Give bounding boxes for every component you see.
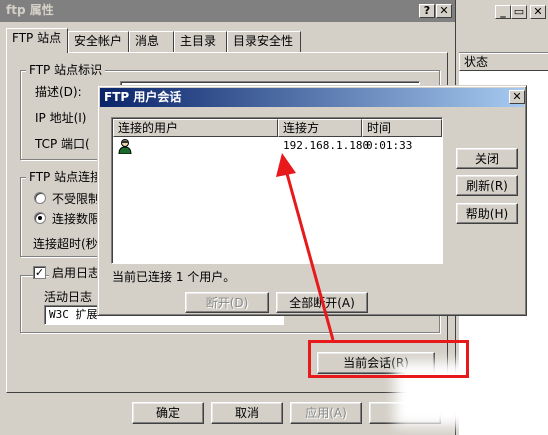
sessions-title-bar: FTP 用户会话 <box>100 88 524 107</box>
close-button[interactable]: 关闭 <box>456 148 518 169</box>
column-header-from[interactable]: 连接方 <box>278 119 362 137</box>
bg-restore-button[interactable]: ▭ <box>511 5 527 19</box>
bg-column-header-status[interactable]: 状态 <box>459 53 548 71</box>
sessions-list[interactable]: 连接的用户 连接方 时间 192.168.1.180 0:01:33 <box>111 117 443 264</box>
bg-close-button[interactable]: ✕ <box>530 5 546 19</box>
cancel-button[interactable]: 取消 <box>211 402 283 424</box>
properties-title-bar: ftp 属性 <box>0 0 455 22</box>
row-time: 0:01:33 <box>366 139 413 152</box>
sessions-dialog: FTP 用户会话 ✕ 连接的用户 连接方 时间 192.168.1.180 0:… <box>97 85 527 316</box>
properties-help-button[interactable]: ? <box>419 4 435 18</box>
sessions-title: FTP 用户会话 <box>104 90 182 104</box>
disconnect-all-button[interactable]: 全部断开(A) <box>276 292 368 313</box>
sessions-close-button[interactable]: ✕ <box>509 90 525 104</box>
properties-title: ftp 属性 <box>6 3 54 17</box>
ok-button[interactable]: 确定 <box>132 402 204 424</box>
disconnect-button[interactable]: 断开(D) <box>185 292 269 313</box>
table-row[interactable]: 192.168.1.180 0:01:33 <box>113 137 441 155</box>
properties-close-button[interactable]: ✕ <box>436 4 452 18</box>
user-icon <box>118 138 132 155</box>
annotation-highlight-box <box>308 340 469 378</box>
tab-messages[interactable]: 消息 <box>129 31 174 52</box>
help-button[interactable]: 帮助(H) <box>456 203 518 224</box>
apply-button[interactable]: 应用(A) <box>290 402 362 424</box>
connected-status-text: 当前已连接 1 个用户。 <box>112 270 236 284</box>
tab-ftp-site[interactable]: FTP 站点 <box>6 28 68 53</box>
refresh-button[interactable]: 刷新(R) <box>456 175 518 196</box>
row-from: 192.168.1.180 <box>283 139 370 152</box>
tab-home-directory[interactable]: 主目录 <box>174 31 227 52</box>
tab-directory-security[interactable]: 目录安全性 <box>227 31 301 52</box>
column-header-user[interactable]: 连接的用户 <box>113 119 278 137</box>
bg-minimize-button[interactable]: _ <box>495 5 511 19</box>
column-header-time[interactable]: 时间 <box>362 119 442 137</box>
tab-security-accounts[interactable]: 安全帐户 <box>68 31 129 52</box>
